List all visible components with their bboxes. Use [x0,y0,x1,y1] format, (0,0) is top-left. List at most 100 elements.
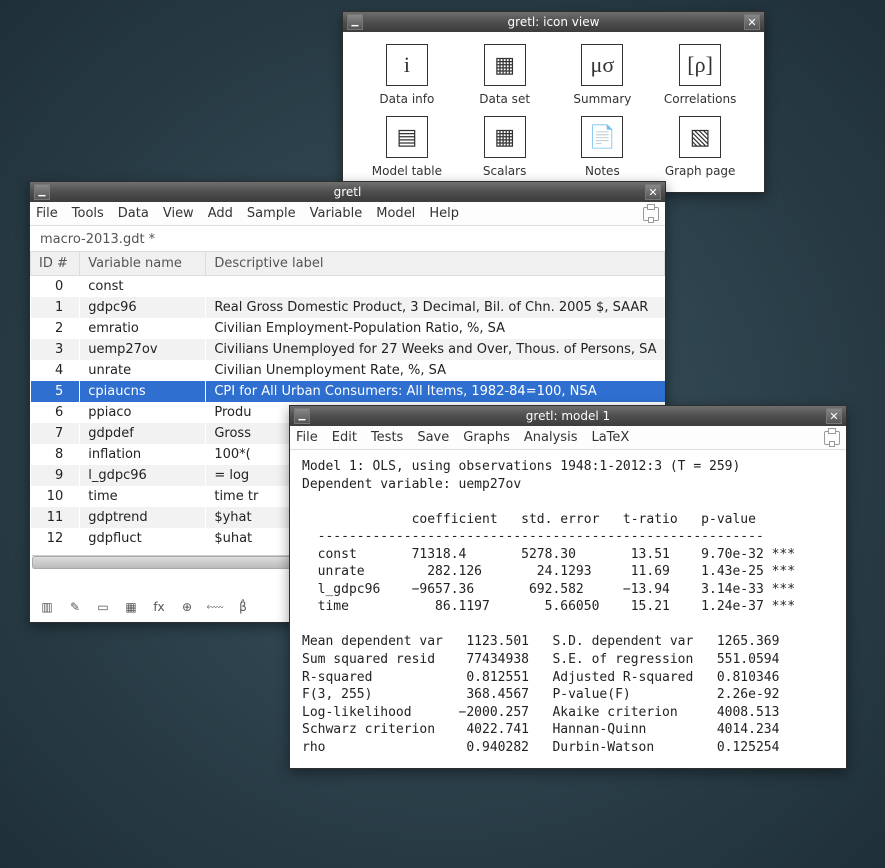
close-icon[interactable]: ✕ [645,184,661,200]
menu-graphs[interactable]: Graphs [463,430,510,445]
col-varname[interactable]: Variable name [80,252,206,276]
data-info-item[interactable]: i Data info [361,44,453,106]
correlations-item-label: Correlations [664,92,736,106]
windows-icon[interactable] [824,431,840,445]
graph-page-item[interactable]: ▧Graph page [654,116,746,178]
summary-item[interactable]: μσ Summary [557,44,649,106]
menu-save[interactable]: Save [417,430,449,445]
menu-analysis[interactable]: Analysis [524,430,578,445]
table-row[interactable]: 0const [31,276,665,298]
table-row[interactable]: 1gdpc96Real Gross Domestic Product, 3 De… [31,297,665,318]
menu-file[interactable]: File [36,206,58,221]
menu-tests[interactable]: Tests [371,430,403,445]
main-title: gretl [54,185,641,199]
data-info-item-label: Data info [379,92,434,106]
menu-data[interactable]: Data [118,206,149,221]
table-row[interactable]: 4unrateCivilian Unemployment Rate, %, SA [31,360,665,381]
cell-name: cpiaucns [80,381,206,402]
menu-help[interactable]: Help [429,206,459,221]
notes-item-icon: 📄 [581,116,623,158]
cell-name: time [80,486,206,507]
cell-name: l_gdpc96 [80,465,206,486]
cell-desc: Real Gross Domestic Product, 3 Decimal, … [206,297,665,318]
col-desc[interactable]: Descriptive label [206,252,665,276]
icon-view-title: gretl: icon view [367,15,740,29]
toolbar-button-4[interactable]: fx [150,598,168,616]
cell-id: 9 [31,465,80,486]
data-set-item[interactable]: ▦Data set [459,44,551,106]
summary-item-label: Summary [573,92,631,106]
toolbar-button-3[interactable]: ▦ [122,598,140,616]
model-title: gretl: model 1 [314,409,822,423]
cell-name: emratio [80,318,206,339]
cell-name: gdpc96 [80,297,206,318]
cell-id: 1 [31,297,80,318]
icon-view-titlebar[interactable]: ▁ gretl: icon view ✕ [343,12,764,32]
cell-name: inflation [80,444,206,465]
menu-variable[interactable]: Variable [310,206,363,221]
menu-latex[interactable]: LaTeX [591,430,629,445]
notes-item[interactable]: 📄 Notes [557,116,649,178]
main-titlebar[interactable]: ▁ gretl ✕ [30,182,665,202]
scalars-item-icon: ▦ [484,116,526,158]
data-set-item-label: Data set [479,92,530,106]
open-file-label: macro-2013.gdt * [30,226,665,251]
table-row[interactable]: 3uemp27ovCivilians Unemployed for 27 Wee… [31,339,665,360]
cell-desc [206,276,665,298]
menu-sample[interactable]: Sample [247,206,296,221]
cell-id: 8 [31,444,80,465]
cell-id: 0 [31,276,80,298]
cell-name: const [80,276,206,298]
close-icon[interactable]: ✕ [744,14,760,30]
table-row[interactable]: 2emratioCivilian Employment-Population R… [31,318,665,339]
minimize-icon[interactable]: ▁ [294,408,310,424]
toolbar-button-0[interactable]: ▥ [38,598,56,616]
cell-id: 2 [31,318,80,339]
toolbar-button-1[interactable]: ✎ [66,598,84,616]
menu-tools[interactable]: Tools [72,206,104,221]
notes-item-label: Notes [585,164,620,178]
toolbar-button-2[interactable]: ▭ [94,598,112,616]
toolbar-button-7[interactable]: β̂ [234,598,252,616]
scalars-item[interactable]: ▦ Scalars [459,116,551,178]
cell-id: 5 [31,381,80,402]
icon-view-window: ▁ gretl: icon view ✕ iData info▦Data set… [342,11,765,193]
cell-desc: Civilians Unemployed for 27 Weeks and Ov… [206,339,665,360]
model-table-item-icon: ▤ [386,116,428,158]
model-table-item-label: Model table [372,164,442,178]
windows-icon[interactable] [643,207,659,221]
minimize-icon[interactable]: ▁ [347,14,363,30]
cell-name: uemp27ov [80,339,206,360]
menu-add[interactable]: Add [208,206,233,221]
close-icon[interactable]: ✕ [826,408,842,424]
cell-name: gdpdef [80,423,206,444]
cell-id: 10 [31,486,80,507]
model-output: Model 1: OLS, using observations 1948:1-… [302,458,834,756]
model-titlebar[interactable]: ▁ gretl: model 1 ✕ [290,406,846,426]
menu-file[interactable]: File [296,430,318,445]
cell-desc: Civilian Employment-Population Ratio, %,… [206,318,665,339]
col-id[interactable]: ID # [31,252,80,276]
model-body: Model 1: OLS, using observations 1948:1-… [290,450,846,768]
icon-view-body: iData info▦Data setμσSummary[ρ]Correlati… [343,32,764,192]
cell-name: ppiaco [80,402,206,423]
scalars-item-label: Scalars [483,164,526,178]
menu-view[interactable]: View [163,206,194,221]
cell-id: 3 [31,339,80,360]
graph-page-item-icon: ▧ [679,116,721,158]
summary-item-icon: μσ [581,44,623,86]
data-info-item-icon: i [386,44,428,86]
model-menubar: File Edit Tests Save Graphs Analysis LaTeX [290,426,846,450]
correlations-item[interactable]: [ρ]Correlations [654,44,746,106]
table-row[interactable]: 5cpiaucnsCPI for All Urban Consumers: Al… [31,381,665,402]
menu-edit[interactable]: Edit [332,430,357,445]
model-table-item[interactable]: ▤ Model table [361,116,453,178]
menu-model[interactable]: Model [376,206,415,221]
toolbar-button-6[interactable]: ⬳ [206,598,224,616]
cell-id: 4 [31,360,80,381]
minimize-icon[interactable]: ▁ [34,184,50,200]
toolbar-button-5[interactable]: ⊕ [178,598,196,616]
cell-id: 12 [31,528,80,549]
icon-grid: iData info▦Data setμσSummary[ρ]Correlati… [361,44,746,178]
cell-desc: CPI for All Urban Consumers: All Items, … [206,381,665,402]
